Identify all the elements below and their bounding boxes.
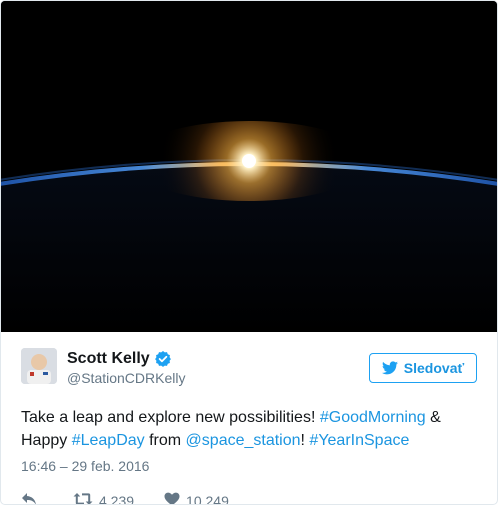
text-part-1: Take a leap and explore new possibilitie… bbox=[21, 409, 320, 426]
heart-icon bbox=[164, 492, 186, 504]
retweet-button[interactable]: 4 239 bbox=[73, 492, 135, 505]
hashtag-goodmorning[interactable]: #GoodMorning bbox=[320, 409, 426, 426]
avatar[interactable] bbox=[21, 348, 57, 384]
verified-badge-icon bbox=[154, 351, 171, 367]
tweet-timestamp[interactable]: 16:46 – 29 feb. 2016 bbox=[21, 458, 477, 474]
retweet-icon bbox=[73, 492, 99, 504]
follow-label: Sledovať bbox=[403, 360, 465, 376]
reply-icon bbox=[21, 492, 43, 504]
tweet-text: Take a leap and explore new possibilitie… bbox=[21, 406, 461, 452]
tweet-card: Scott Kelly @StationCDRKelly Sledovať Ta… bbox=[0, 0, 498, 505]
author-name: Scott Kelly bbox=[67, 350, 150, 367]
tweet-header: Scott Kelly @StationCDRKelly Sledovať bbox=[21, 344, 477, 396]
like-count: 10 249 bbox=[186, 492, 229, 505]
text-part-3: from bbox=[144, 432, 186, 449]
tweet-actions: 4 239 10 249 bbox=[21, 492, 477, 505]
reply-button[interactable] bbox=[21, 492, 43, 504]
twitter-bird-icon bbox=[381, 361, 398, 375]
hashtag-yearinspace[interactable]: #YearInSpace bbox=[309, 432, 409, 449]
author-handle[interactable]: @StationCDRKelly bbox=[67, 370, 185, 386]
hashtag-leapday[interactable]: #LeapDay bbox=[72, 432, 145, 449]
tweet-photo[interactable] bbox=[1, 1, 497, 332]
mention-space-station[interactable]: @space_station bbox=[186, 432, 301, 449]
like-button[interactable]: 10 249 bbox=[164, 492, 229, 505]
earth-sunrise-image bbox=[1, 1, 497, 332]
retweet-count: 4 239 bbox=[99, 492, 135, 505]
author-name-link[interactable]: Scott Kelly bbox=[67, 350, 185, 368]
follow-button[interactable]: Sledovať bbox=[369, 353, 477, 383]
